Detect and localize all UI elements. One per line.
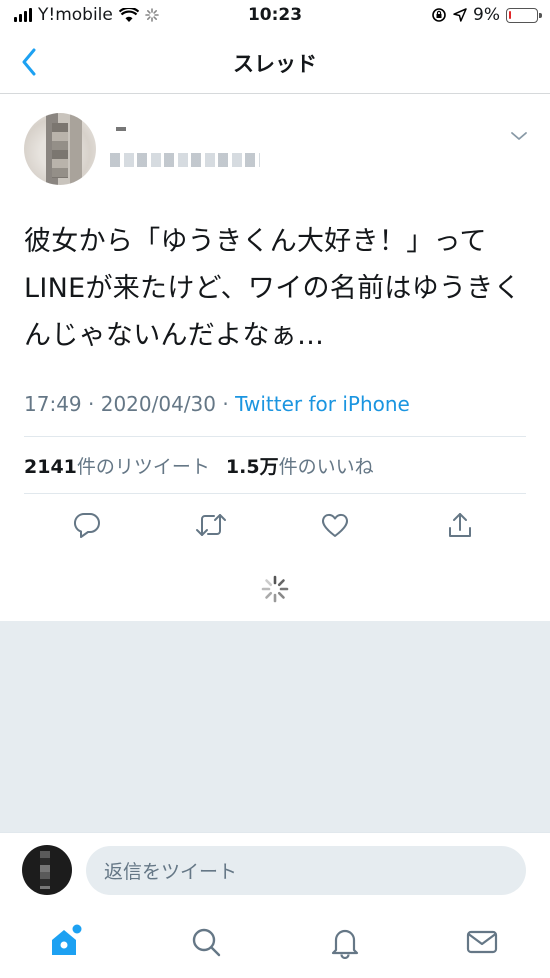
meta-separator: · [222, 392, 229, 416]
status-bar: Y!mobile 10:23 9% [0, 0, 550, 32]
retweets-count: 2141 [24, 456, 77, 478]
page-title: スレッド [233, 52, 317, 76]
tweet-actions [0, 508, 550, 548]
battery-percent: 9% [473, 5, 500, 25]
chevron-left-icon [22, 48, 36, 76]
tweet-stats: 2141件のリツイート 1.5万件のいいね [24, 452, 374, 479]
retweet-icon [196, 514, 226, 536]
tweet-options-button[interactable] [508, 128, 530, 144]
author-handle-redacted[interactable] [110, 153, 260, 167]
reply-button[interactable] [70, 508, 104, 542]
likes-stat[interactable]: 1.5万件のいいね [226, 452, 374, 479]
likes-count: 1.5万 [225, 456, 279, 478]
battery-level [509, 10, 511, 19]
tweet-text: 彼女から「ゆうきくん大好き！」ってLINEが来たけど、ワイの名前はゆうきくんじゃ… [24, 226, 521, 351]
likes-label: 件のいいね [278, 456, 374, 478]
divider [24, 436, 526, 437]
tab-bar [0, 908, 550, 978]
back-button[interactable] [14, 46, 44, 78]
loading-spinner-icon [261, 575, 289, 603]
tab-notifications[interactable] [325, 922, 365, 962]
author-name-redacted[interactable] [116, 127, 126, 131]
share-button[interactable] [443, 508, 477, 542]
reply-bar: 返信をツイート [0, 832, 550, 908]
nav-bar: スレッド [0, 32, 550, 94]
chevron-down-icon [511, 132, 527, 140]
retweets-stat[interactable]: 2141件のリツイート [24, 452, 210, 479]
tab-home[interactable] [46, 922, 86, 962]
home-icon [52, 924, 82, 955]
tweet-meta: 17:49 · 2020/04/30 · Twitter for iPhone [24, 392, 410, 416]
search-icon [192, 928, 221, 957]
tweet-source-link[interactable]: Twitter for iPhone [235, 392, 410, 416]
tab-search[interactable] [186, 922, 226, 962]
messages-icon [466, 930, 498, 954]
share-icon [449, 513, 471, 537]
divider [24, 493, 526, 494]
retweets-label: 件のリツイート [76, 456, 210, 478]
tweet-time: 17:49 [24, 392, 82, 416]
retweet-button[interactable] [194, 508, 228, 542]
like-button[interactable] [318, 508, 352, 542]
like-icon [321, 513, 349, 537]
empty-replies-area [0, 621, 550, 832]
reply-icon [73, 512, 100, 538]
orientation-lock-icon [432, 8, 446, 22]
tweet-date: 2020/04/30 [100, 392, 216, 416]
reply-input[interactable]: 返信をツイート [86, 846, 526, 895]
meta-separator: · [88, 392, 95, 416]
my-avatar[interactable] [22, 845, 72, 895]
notifications-icon [331, 929, 359, 959]
tab-messages[interactable] [462, 922, 502, 962]
author-avatar[interactable] [24, 113, 96, 185]
battery-icon [506, 7, 542, 23]
location-arrow-icon [453, 8, 467, 22]
